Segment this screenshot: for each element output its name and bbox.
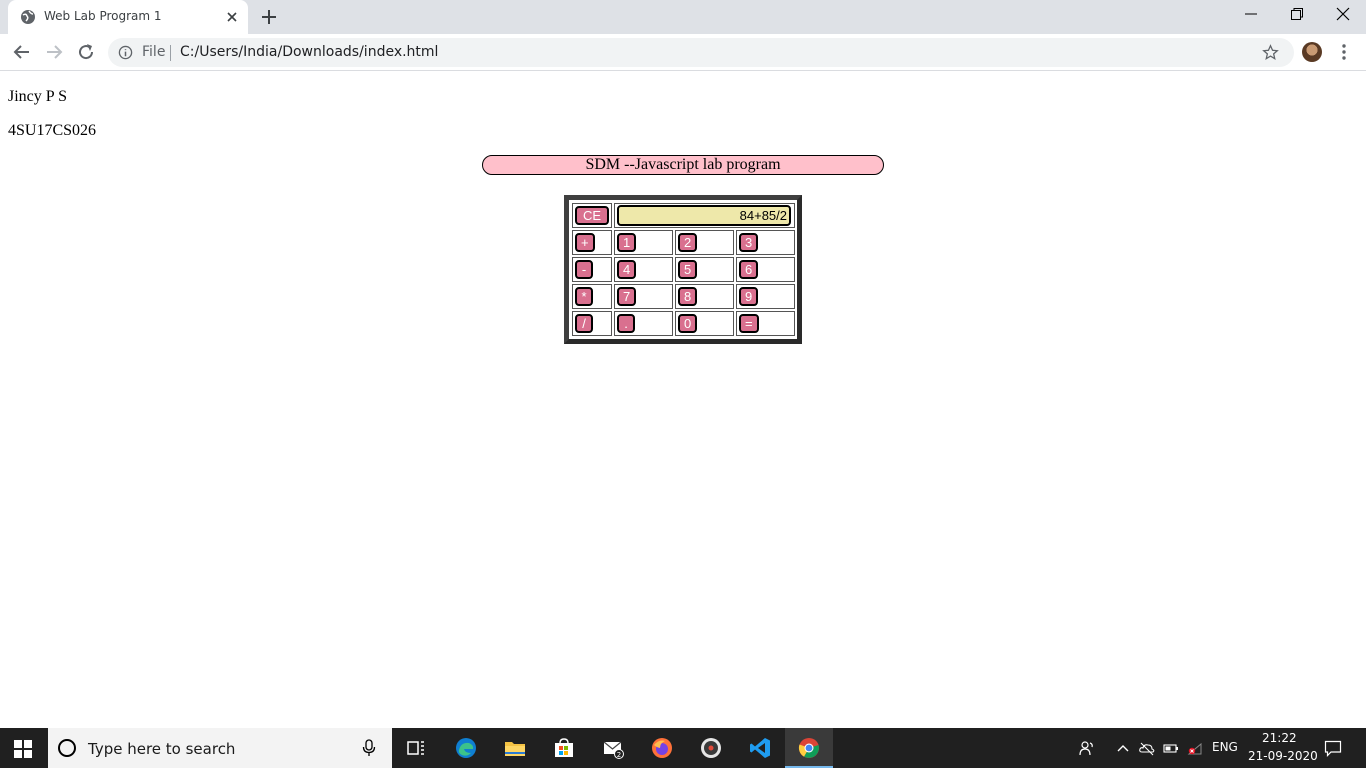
close-window-icon[interactable]: [1335, 6, 1351, 22]
page-content: Jincy P S 4SU17CS026 SDM --Javascript la…: [0, 71, 1366, 728]
network-disconnected-icon[interactable]: [1187, 740, 1203, 756]
media-player-icon: [701, 738, 721, 758]
keypad-row: / . 0 =: [572, 311, 795, 336]
student-name: Jincy P S: [8, 88, 67, 105]
info-icon[interactable]: [118, 45, 133, 60]
vscode-icon: [750, 738, 770, 758]
clear-button[interactable]: CE: [575, 206, 609, 225]
equals-button[interactable]: =: [739, 314, 759, 333]
back-icon[interactable]: [12, 42, 32, 62]
taskbar-file-explorer[interactable]: [491, 728, 539, 768]
cloud-offline-icon[interactable]: [1139, 740, 1155, 756]
taskbar-edge[interactable]: [442, 728, 490, 768]
globe-icon: [21, 10, 35, 24]
chrome-icon: [798, 738, 819, 758]
people-icon[interactable]: [1079, 740, 1095, 756]
divide-button[interactable]: /: [575, 314, 593, 333]
store-bag-icon: [555, 738, 573, 757]
plus-button[interactable]: +: [575, 233, 595, 252]
edge-icon: [456, 738, 476, 758]
minus-button[interactable]: -: [575, 260, 593, 279]
kebab-menu-icon[interactable]: [1336, 43, 1352, 61]
search-placeholder: Type here to search: [88, 740, 236, 758]
keypad-row: * 7 8 9: [572, 284, 795, 309]
chevron-up-icon[interactable]: [1115, 740, 1131, 756]
mail-icon: 2: [603, 741, 624, 759]
address-bar[interactable]: File C:/Users/India/Downloads/index.html: [108, 38, 1294, 67]
calculator: CE 84+85/2 + 1 2 3 - 4 5 6 * 7 8 9 / . 0…: [564, 195, 802, 344]
close-icon[interactable]: [224, 9, 240, 25]
keypad-row: - 4 5 6: [572, 257, 795, 282]
decimal-button[interactable]: .: [617, 314, 635, 333]
taskbar-search-box[interactable]: Type here to search: [48, 728, 392, 768]
calculator-display[interactable]: 84+85/2: [617, 205, 791, 226]
bookmark-star-icon[interactable]: [1262, 44, 1279, 61]
digit-4-button[interactable]: 4: [617, 260, 637, 279]
digit-7-button[interactable]: 7: [617, 287, 637, 306]
digit-9-button[interactable]: 9: [739, 287, 759, 306]
multiply-button[interactable]: *: [575, 287, 593, 306]
calculator-display-row: CE 84+85/2: [572, 203, 795, 228]
digit-0-button[interactable]: 0: [678, 314, 698, 333]
browser-tab-strip: Web Lab Program 1: [0, 0, 1366, 34]
calculator-grid: CE 84+85/2 + 1 2 3 - 4 5 6 * 7 8 9 / . 0…: [570, 201, 797, 338]
digit-3-button[interactable]: 3: [739, 233, 759, 252]
language-indicator[interactable]: ENG: [1212, 740, 1238, 754]
digit-8-button[interactable]: 8: [678, 287, 698, 306]
digit-6-button[interactable]: 6: [739, 260, 759, 279]
digit-2-button[interactable]: 2: [678, 233, 698, 252]
clock-date[interactable]: 21-09-2020: [1248, 749, 1318, 763]
restore-icon[interactable]: [1289, 6, 1305, 22]
taskbar-media-player[interactable]: [687, 728, 735, 768]
tab-web-lab-program[interactable]: Web Lab Program 1: [8, 0, 248, 34]
task-view-button[interactable]: [392, 728, 440, 768]
task-view-icon: [407, 741, 424, 755]
scheme-label: File: [142, 44, 166, 60]
url-text[interactable]: C:/Users/India/Downloads/index.html: [180, 44, 438, 60]
minimize-icon[interactable]: [1243, 6, 1259, 22]
clear-cell: CE: [572, 203, 612, 228]
display-cell: 84+85/2: [614, 203, 795, 228]
cortana-icon: [58, 739, 76, 757]
notification-icon[interactable]: [1324, 739, 1342, 757]
digit-5-button[interactable]: 5: [678, 260, 698, 279]
browser-toolbar: File C:/Users/India/Downloads/index.html: [0, 34, 1366, 71]
taskbar-vscode[interactable]: [736, 728, 784, 768]
new-tab-icon[interactable]: [260, 8, 278, 26]
taskbar-chrome[interactable]: [785, 728, 833, 768]
digit-1-button[interactable]: 1: [617, 233, 637, 252]
folder-icon: [505, 742, 525, 756]
microphone-icon[interactable]: [362, 739, 376, 757]
clock-time[interactable]: 21:22: [1262, 731, 1297, 745]
student-usn: 4SU17CS026: [8, 122, 97, 139]
forward-icon[interactable]: [44, 42, 64, 62]
reload-icon[interactable]: [76, 42, 96, 62]
mail-badge: 2: [617, 751, 621, 759]
firefox-icon: [652, 738, 672, 758]
page-banner: SDM --Javascript lab program: [482, 155, 884, 175]
taskbar: Type here to search 2 ENG 21:22 21-09-20…: [0, 728, 1366, 768]
taskbar-firefox[interactable]: [638, 728, 686, 768]
keypad-row: + 1 2 3: [572, 230, 795, 255]
tab-title: Web Lab Program 1: [44, 9, 162, 23]
battery-icon[interactable]: [1163, 740, 1179, 756]
windows-start-icon[interactable]: [14, 740, 32, 758]
taskbar-store[interactable]: [540, 728, 588, 768]
address-divider: [170, 45, 171, 61]
profile-avatar[interactable]: [1302, 42, 1322, 62]
taskbar-mail[interactable]: 2: [589, 728, 637, 768]
